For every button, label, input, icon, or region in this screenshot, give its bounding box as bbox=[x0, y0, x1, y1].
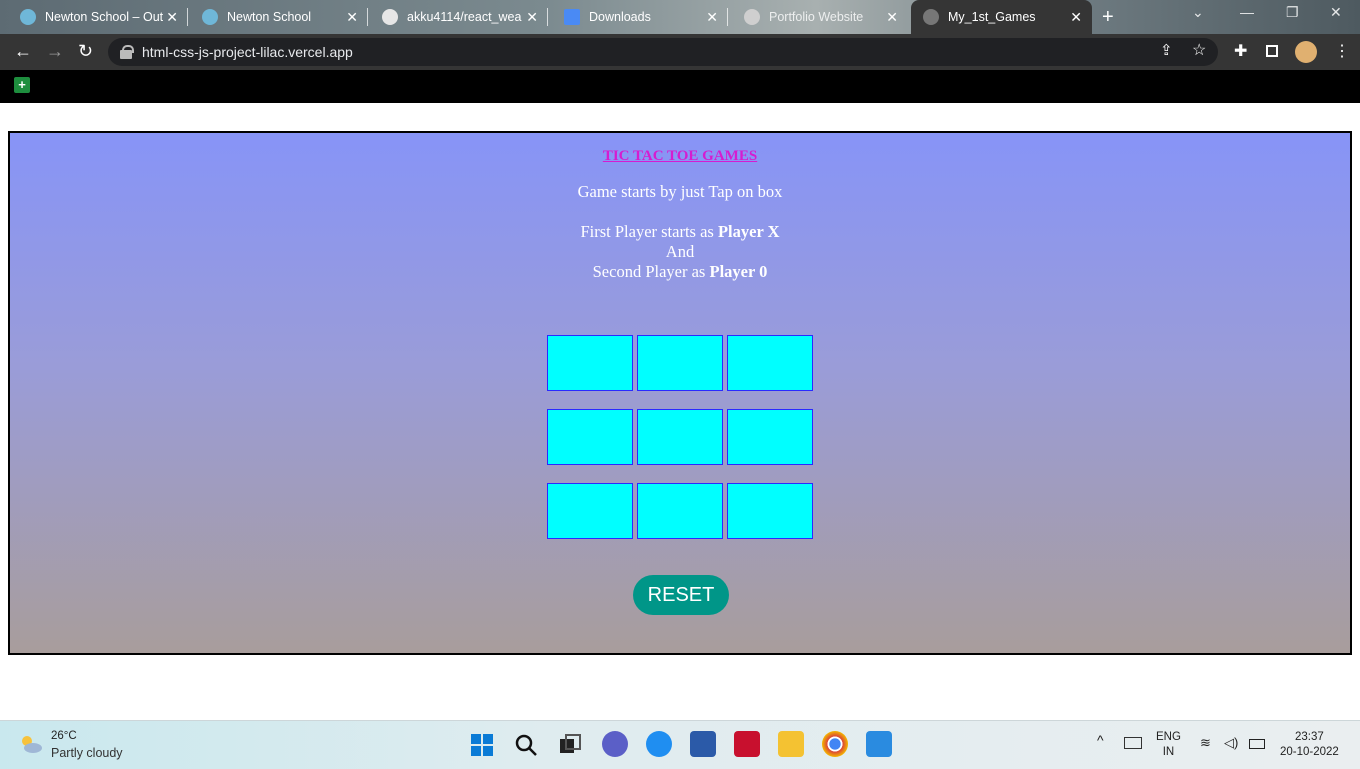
keyboard-icon[interactable] bbox=[1124, 737, 1142, 749]
google-sheets-bookmark-icon[interactable]: + bbox=[14, 77, 30, 93]
windows-start-icon[interactable] bbox=[470, 733, 494, 757]
tab-title: akku4114/react_wea bbox=[407, 10, 522, 24]
clock-time: 23:37 bbox=[1295, 731, 1324, 743]
github-favicon-icon bbox=[382, 9, 398, 25]
maximize-button[interactable]: ❐ bbox=[1286, 4, 1299, 21]
language-code: ENG bbox=[1156, 731, 1181, 743]
reset-button[interactable]: RESET bbox=[633, 575, 729, 615]
minimize-button[interactable]: — bbox=[1240, 4, 1254, 20]
board-cell-7[interactable] bbox=[547, 483, 633, 539]
weather-temperature[interactable]: 26°C bbox=[51, 730, 77, 742]
and-text: And bbox=[665, 242, 695, 261]
globe-icon bbox=[744, 9, 760, 25]
tab-my-1st-games[interactable]: My_1st_Games ✕ bbox=[911, 0, 1092, 34]
url-text[interactable]: html-css-js-project-lilac.vercel.app bbox=[142, 44, 353, 60]
share-icon[interactable]: ⇪ bbox=[1160, 43, 1173, 59]
clock-date: 20-10-2022 bbox=[1280, 746, 1339, 758]
new-tab-button[interactable]: + bbox=[1102, 6, 1114, 29]
task-view-icon[interactable] bbox=[558, 733, 582, 757]
close-tab-icon[interactable]: ✕ bbox=[526, 9, 538, 26]
battery-icon[interactable] bbox=[1249, 739, 1265, 749]
first-player-prefix: First Player starts as bbox=[580, 222, 718, 241]
browser-toolbar: ← → ↻ html-css-js-project-lilac.vercel.a… bbox=[0, 34, 1360, 70]
page-title[interactable]: TIC TAC TOE GAMES bbox=[10, 148, 1350, 165]
store-icon[interactable] bbox=[690, 731, 716, 757]
page-favicon-icon bbox=[923, 9, 939, 25]
tab-search-icon[interactable]: ⌄ bbox=[1192, 4, 1204, 21]
address-bar[interactable]: html-css-js-project-lilac.vercel.app ⇪ ☆ bbox=[108, 38, 1218, 66]
first-player-line: First Player starts as Player X bbox=[10, 222, 1350, 242]
side-panel-icon[interactable] bbox=[1266, 45, 1278, 57]
lock-body bbox=[120, 50, 132, 59]
tab-strip: Newton School – Outc ✕ Newton School ✕ a… bbox=[0, 0, 1360, 34]
newton-favicon-icon bbox=[202, 9, 218, 25]
close-tab-icon[interactable]: ✕ bbox=[166, 9, 178, 26]
board-cell-5[interactable] bbox=[637, 409, 723, 465]
weather-condition[interactable]: Partly cloudy bbox=[51, 746, 123, 760]
wifi-icon[interactable]: ≋ bbox=[1200, 735, 1211, 750]
tab-divider bbox=[187, 8, 188, 26]
first-player-name: Player X bbox=[717, 222, 780, 241]
board-cell-2[interactable] bbox=[637, 335, 723, 391]
tab-title: Newton School bbox=[227, 10, 312, 24]
search-icon[interactable] bbox=[514, 733, 538, 757]
second-player-prefix: Second Player as bbox=[592, 262, 710, 281]
board-cell-8[interactable] bbox=[637, 483, 723, 539]
bookmarks-bar: + bbox=[0, 70, 1360, 103]
download-icon bbox=[564, 9, 580, 25]
help-icon[interactable] bbox=[646, 731, 672, 757]
tab-divider bbox=[547, 8, 548, 26]
board-cell-6[interactable] bbox=[727, 409, 813, 465]
tab-title: Portfolio Website bbox=[769, 10, 864, 24]
tab-divider bbox=[727, 8, 728, 26]
board-cell-3[interactable] bbox=[727, 335, 813, 391]
bookmark-star-icon[interactable]: ☆ bbox=[1192, 43, 1206, 59]
profile-avatar[interactable] bbox=[1295, 41, 1317, 63]
tab-newton-school[interactable]: Newton School ✕ bbox=[190, 0, 368, 34]
windows-taskbar: 26°C Partly cloudy ^ ENG IN ≋ ◁) 23:37 2… bbox=[0, 720, 1360, 769]
extensions-puzzle-icon[interactable]: ✚ bbox=[1234, 44, 1247, 60]
tab-github-repo[interactable]: akku4114/react_wea ✕ bbox=[370, 0, 548, 34]
intro-text: Game starts by just Tap on box bbox=[577, 182, 783, 201]
reload-icon[interactable]: ↻ bbox=[78, 42, 93, 60]
back-arrow-icon[interactable]: ← bbox=[14, 42, 32, 60]
board-cell-4[interactable] bbox=[547, 409, 633, 465]
tab-title: Downloads bbox=[589, 10, 651, 24]
second-player-name: Player 0 bbox=[709, 262, 768, 281]
tab-downloads[interactable]: Downloads ✕ bbox=[550, 0, 728, 34]
menu-kebab-icon[interactable]: ⋮ bbox=[1334, 44, 1350, 60]
close-tab-icon[interactable]: ✕ bbox=[706, 9, 718, 26]
volume-icon[interactable]: ◁) bbox=[1224, 735, 1238, 750]
tab-portfolio[interactable]: Portfolio Website ✕ bbox=[730, 0, 908, 34]
board-cell-1[interactable] bbox=[547, 335, 633, 391]
chevron-up-icon[interactable]: ^ bbox=[1097, 733, 1104, 748]
second-player-line: Second Player as Player 0 bbox=[10, 262, 1350, 282]
file-explorer-icon[interactable] bbox=[778, 731, 804, 757]
vscode-icon[interactable] bbox=[866, 731, 892, 757]
close-tab-icon[interactable]: ✕ bbox=[346, 9, 358, 26]
region-code: IN bbox=[1162, 746, 1175, 758]
tab-title: Newton School – Outc bbox=[45, 10, 163, 24]
close-tab-icon[interactable]: ✕ bbox=[1070, 9, 1082, 26]
mcafee-icon[interactable] bbox=[734, 731, 760, 757]
clock[interactable]: 23:37 20-10-2022 bbox=[1280, 730, 1339, 760]
tab-divider bbox=[367, 8, 368, 26]
tab-newton-outcomes[interactable]: Newton School – Outc ✕ bbox=[0, 0, 188, 34]
forward-arrow-icon[interactable]: → bbox=[46, 42, 64, 60]
chrome-icon[interactable] bbox=[822, 731, 848, 757]
language-indicator[interactable]: ENG IN bbox=[1156, 730, 1181, 760]
newton-favicon-icon bbox=[20, 9, 36, 25]
game-container: TIC TAC TOE GAMES Game starts by just Ta… bbox=[8, 131, 1352, 655]
teams-chat-icon[interactable] bbox=[602, 731, 628, 757]
close-window-button[interactable]: ✕ bbox=[1330, 4, 1342, 21]
close-tab-icon[interactable]: ✕ bbox=[886, 9, 898, 26]
partly-cloudy-icon[interactable] bbox=[18, 733, 44, 755]
tab-title: My_1st_Games bbox=[948, 10, 1036, 24]
board-cell-9[interactable] bbox=[727, 483, 813, 539]
